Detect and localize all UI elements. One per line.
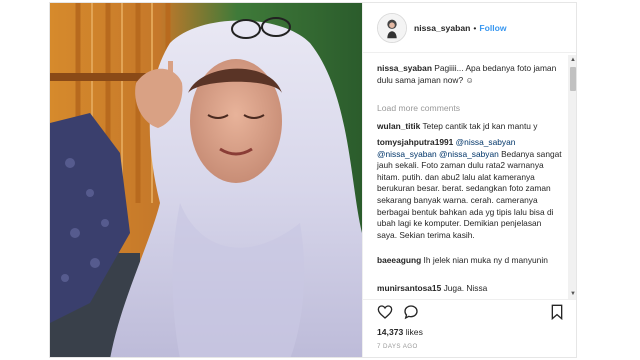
photo-girl-in-hijab (50, 3, 362, 357)
post-actions (363, 299, 576, 323)
comment-username[interactable]: tomysjahputra1991 (377, 137, 453, 147)
comment-text: Tetep cantik tak jd kan mantu y (422, 121, 538, 131)
comment-item: munirsantosa15 Juga. Nissa (377, 283, 563, 295)
bookmark-icon[interactable] (549, 304, 565, 320)
post-header: nissa_syaban • Follow (363, 3, 576, 53)
load-more-comments-button[interactable]: Load more comments (377, 103, 460, 113)
comment-username[interactable]: wulan_titik (377, 121, 420, 131)
comment-icon[interactable] (403, 304, 419, 320)
comments-list[interactable]: nissa_syaban Pagiiii... Apa bedanya foto… (363, 55, 576, 299)
header-separator: • (473, 22, 477, 33)
comment-text: @nissa_sabyan @nissa_syaban @nissa_sabya… (377, 137, 562, 240)
comment-item: baeeagung Ih jelek nian muka ny d manyun… (377, 255, 563, 267)
heart-icon[interactable] (377, 304, 393, 320)
instagram-post: nissa_syaban • Follow nissa_syaban Pagii… (49, 2, 577, 358)
comment-item: wulan_titik Tetep cantik tak jd kan mant… (377, 121, 563, 133)
caption-username[interactable]: nissa_syaban (377, 63, 432, 73)
comment-username[interactable]: baeeagung (377, 255, 421, 265)
comment-item: tomysjahputra1991 @nissa_sabyan @nissa_s… (377, 137, 563, 241)
follow-button[interactable]: Follow (479, 23, 506, 33)
scroll-up-arrow-icon[interactable]: ▲ (569, 56, 576, 64)
comment-text: Ih jelek nian muka ny d manyunin (423, 255, 548, 265)
avatar-image (378, 13, 406, 42)
post-timestamp: 7 DAYS AGO (377, 343, 418, 350)
likes-count[interactable]: 14,373 likes (377, 327, 423, 337)
likes-number: 14,373 (377, 327, 404, 337)
comment-username[interactable]: munirsantosa15 (377, 283, 441, 293)
post-photo[interactable] (50, 3, 362, 357)
scroll-thumb[interactable] (570, 67, 576, 91)
mention-link[interactable]: @nissa_sabyan (456, 137, 516, 147)
comment-text: Juga. Nissa (443, 283, 488, 293)
avatar[interactable] (377, 12, 407, 43)
mention-link[interactable]: @nissa_sabyan (439, 149, 499, 159)
post-side-panel: nissa_syaban • Follow nissa_syaban Pagii… (362, 3, 576, 357)
likes-label: likes (405, 327, 423, 337)
header-username[interactable]: nissa_syaban (414, 23, 470, 33)
post-caption: nissa_syaban Pagiiii... Apa bedanya foto… (377, 63, 563, 86)
scroll-down-arrow-icon[interactable]: ▼ (569, 290, 576, 298)
mention-link[interactable]: @nissa_syaban (377, 149, 437, 159)
comments-scrollbar[interactable]: ▲ ▼ (568, 55, 576, 299)
